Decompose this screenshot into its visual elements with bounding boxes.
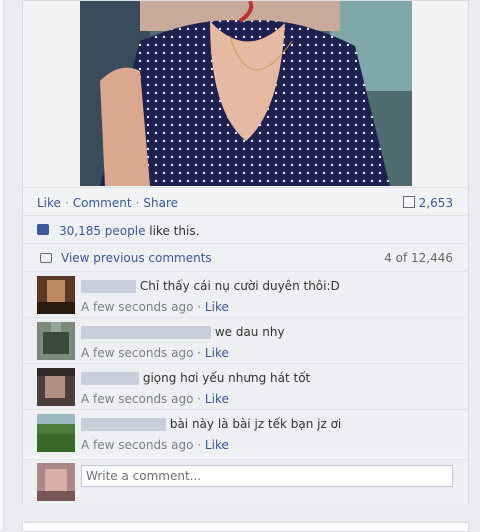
comment-text: giọng hơi yếu nhưng hát tốt	[142, 371, 311, 385]
share-count[interactable]: 2,653	[402, 196, 453, 210]
likes-count-link[interactable]: 30,185 people	[59, 224, 145, 238]
avatar[interactable]	[37, 414, 75, 452]
comment-like-link[interactable]: Like	[205, 438, 229, 452]
separator: ·	[197, 346, 202, 360]
avatar[interactable]	[37, 276, 75, 314]
comment-time: A few seconds ago	[81, 300, 194, 314]
commenter-name-redacted[interactable]	[81, 280, 136, 293]
comment-composer	[23, 459, 468, 504]
comment-text: Chỉ thấy cái nụ cười duyên thôi:D	[139, 279, 340, 293]
comment-item: we dau nhy A few seconds ago · Like	[23, 317, 468, 363]
next-post-card	[22, 522, 469, 532]
avatar[interactable]	[37, 322, 75, 360]
comment-like-link[interactable]: Like	[205, 346, 229, 360]
comments-navigation: View previous comments 4 of 12,446	[23, 243, 468, 272]
separator: ·	[197, 300, 202, 314]
comment-time: A few seconds ago	[81, 346, 194, 360]
comment-bubble-icon	[40, 253, 52, 263]
likes-summary: 30,185 people like this.	[23, 215, 468, 244]
likes-text: 30,185 people like this.	[59, 224, 199, 238]
comment-link[interactable]: Comment	[73, 196, 132, 210]
comment-item: bài này là bài jz tếk bạn jz ơi A few se…	[23, 409, 468, 455]
comment-text: bài này là bài jz tếk bạn jz ơi	[169, 417, 342, 431]
comment-text: we dau nhy	[214, 325, 285, 339]
left-border	[0, 0, 4, 529]
separator: ·	[135, 196, 140, 210]
avatar[interactable]	[37, 368, 75, 406]
like-link[interactable]: Like	[37, 196, 61, 210]
comment-item: giọng hơi yếu nhưng hát tốt A few second…	[23, 363, 468, 409]
photo-image	[80, 1, 412, 186]
comments-count: 4 of 12,446	[384, 251, 453, 265]
share-count-icon	[402, 196, 415, 208]
comment-time: A few seconds ago	[81, 392, 194, 406]
post-actions-bar: Like · Comment · Share 2,653	[23, 187, 468, 216]
separator: ·	[64, 196, 69, 210]
share-count-value: 2,653	[418, 196, 453, 210]
comment-item: Chỉ thấy cái nụ cười duyên thôi:D A few …	[23, 271, 468, 317]
commenter-name-redacted[interactable]	[81, 372, 139, 385]
likes-suffix: like this.	[145, 224, 200, 238]
write-comment-input[interactable]	[81, 465, 453, 487]
commenter-name-redacted[interactable]	[81, 326, 211, 339]
separator: ·	[197, 438, 202, 452]
post-photo[interactable]	[80, 1, 412, 186]
share-link[interactable]: Share	[143, 196, 178, 210]
commenter-name-redacted[interactable]	[81, 418, 166, 431]
post-card: Like · Comment · Share 2,653 30,185 people l…	[22, 0, 469, 504]
comment-like-link[interactable]: Like	[205, 300, 229, 314]
like-thumb-icon	[37, 224, 49, 235]
current-user-avatar[interactable]	[37, 463, 75, 501]
comment-time: A few seconds ago	[81, 438, 194, 452]
comment-like-link[interactable]: Like	[205, 392, 229, 406]
view-previous-comments-link[interactable]: View previous comments	[61, 251, 212, 265]
separator: ·	[197, 392, 202, 406]
